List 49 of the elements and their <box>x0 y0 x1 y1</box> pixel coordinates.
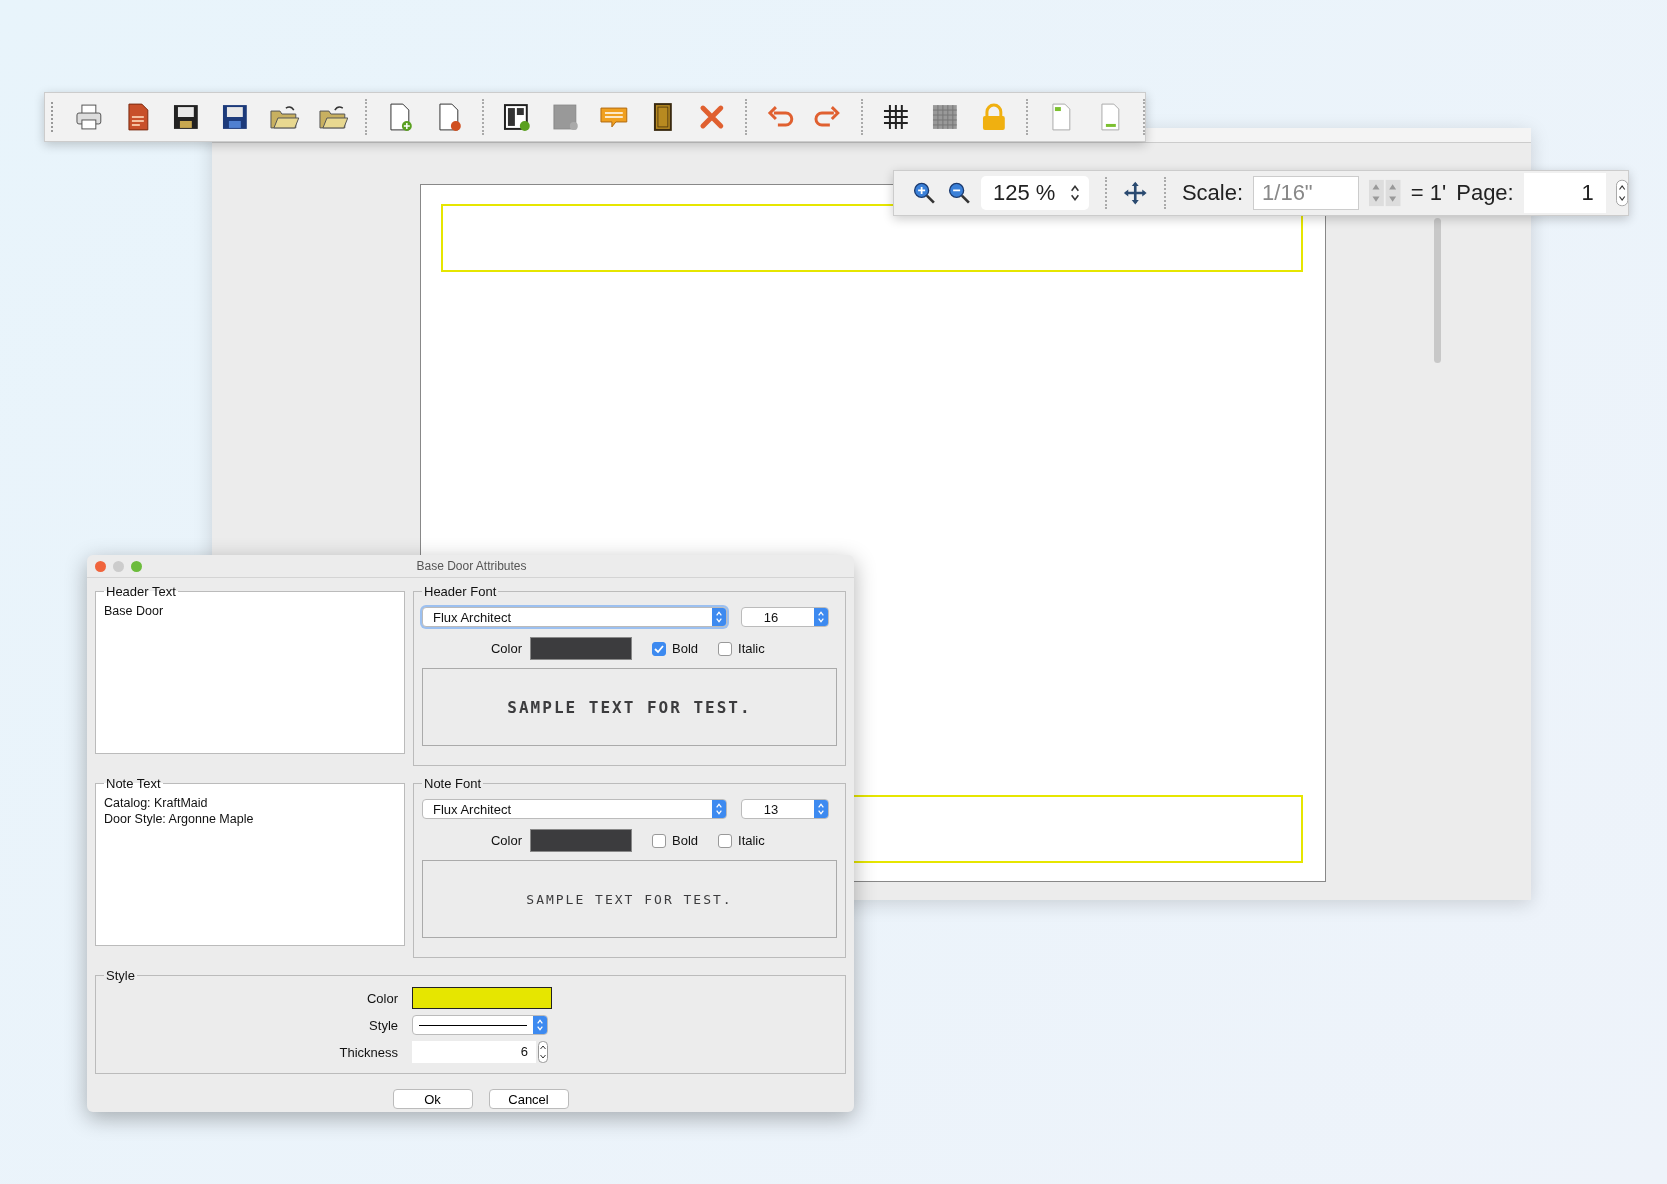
scale-equals-label: = 1' <box>1410 180 1447 206</box>
scale-field[interactable]: 1/16" <box>1253 176 1360 210</box>
group-legend: Note Text <box>104 776 163 791</box>
ok-button[interactable]: Ok <box>392 1089 473 1109</box>
color-swatch[interactable] <box>530 637 632 660</box>
text-line: Door Style: Argonne Maple <box>104 811 255 827</box>
move-icon[interactable] <box>1123 179 1148 207</box>
size-dropdown[interactable]: 13 <box>741 799 829 819</box>
cancel-button[interactable]: Cancel <box>488 1089 569 1109</box>
page-spinner-icon[interactable] <box>1615 178 1628 208</box>
group-legend: Header Text <box>104 584 178 599</box>
scrollbar-thumb[interactable] <box>1434 218 1441 363</box>
sample-text: SAMPLE TEXT FOR TEST. <box>526 891 733 907</box>
bold-checkbox[interactable]: Bold <box>652 833 699 848</box>
size-dropdown[interactable]: 16 <box>741 607 829 627</box>
text-line: Catalog: KraftMaid <box>104 795 209 811</box>
style-label: Style <box>368 1017 398 1033</box>
group-legend: Note Font <box>422 776 484 791</box>
bold-checkbox[interactable]: Bold <box>652 641 699 656</box>
text-area[interactable]: Base Door <box>104 603 396 743</box>
font-dropdown[interactable]: Flux Architect <box>422 799 727 819</box>
close-icon[interactable] <box>95 560 106 572</box>
font-dropdown[interactable]: Flux Architect <box>422 607 727 627</box>
spinner-icon[interactable] <box>538 1041 548 1063</box>
line-style-dropdown[interactable] <box>412 1015 548 1035</box>
text-line: Base Door <box>104 603 165 619</box>
toolbar-grip[interactable] <box>51 102 56 132</box>
spinner-arrows-icon[interactable] <box>1369 178 1401 208</box>
zoom-spinner[interactable]: 125 % <box>981 176 1090 210</box>
color-label: Color <box>489 833 522 848</box>
dialog-title: Base Door Attributes <box>415 559 528 573</box>
sample-text: SAMPLE TEXT FOR TEST. <box>507 697 752 717</box>
thickness-field[interactable]: 6 <box>412 1041 536 1063</box>
scale-label: Scale: <box>1181 180 1244 206</box>
group-legend: Style <box>104 968 137 983</box>
line-color-swatch[interactable] <box>412 987 552 1009</box>
zoom-window-icon[interactable] <box>131 560 142 572</box>
layout-add-icon[interactable] <box>501 101 533 133</box>
italic-checkbox[interactable]: Italic <box>718 641 765 656</box>
italic-checkbox[interactable]: Italic <box>718 833 765 848</box>
up-down-arrows-icon[interactable] <box>1069 183 1082 203</box>
text-area[interactable]: Catalog: KraftMaid Door Style: Argonne Maple <box>104 795 396 935</box>
group-legend: Header Font <box>422 584 499 599</box>
page-field[interactable]: 1 <box>1523 173 1606 213</box>
thickness-label: Thickness <box>338 1044 398 1060</box>
page-label: Page: <box>1456 180 1514 206</box>
color-label: Color <box>489 641 522 656</box>
color-label: Color <box>365 990 398 1006</box>
color-swatch[interactable] <box>530 829 632 852</box>
